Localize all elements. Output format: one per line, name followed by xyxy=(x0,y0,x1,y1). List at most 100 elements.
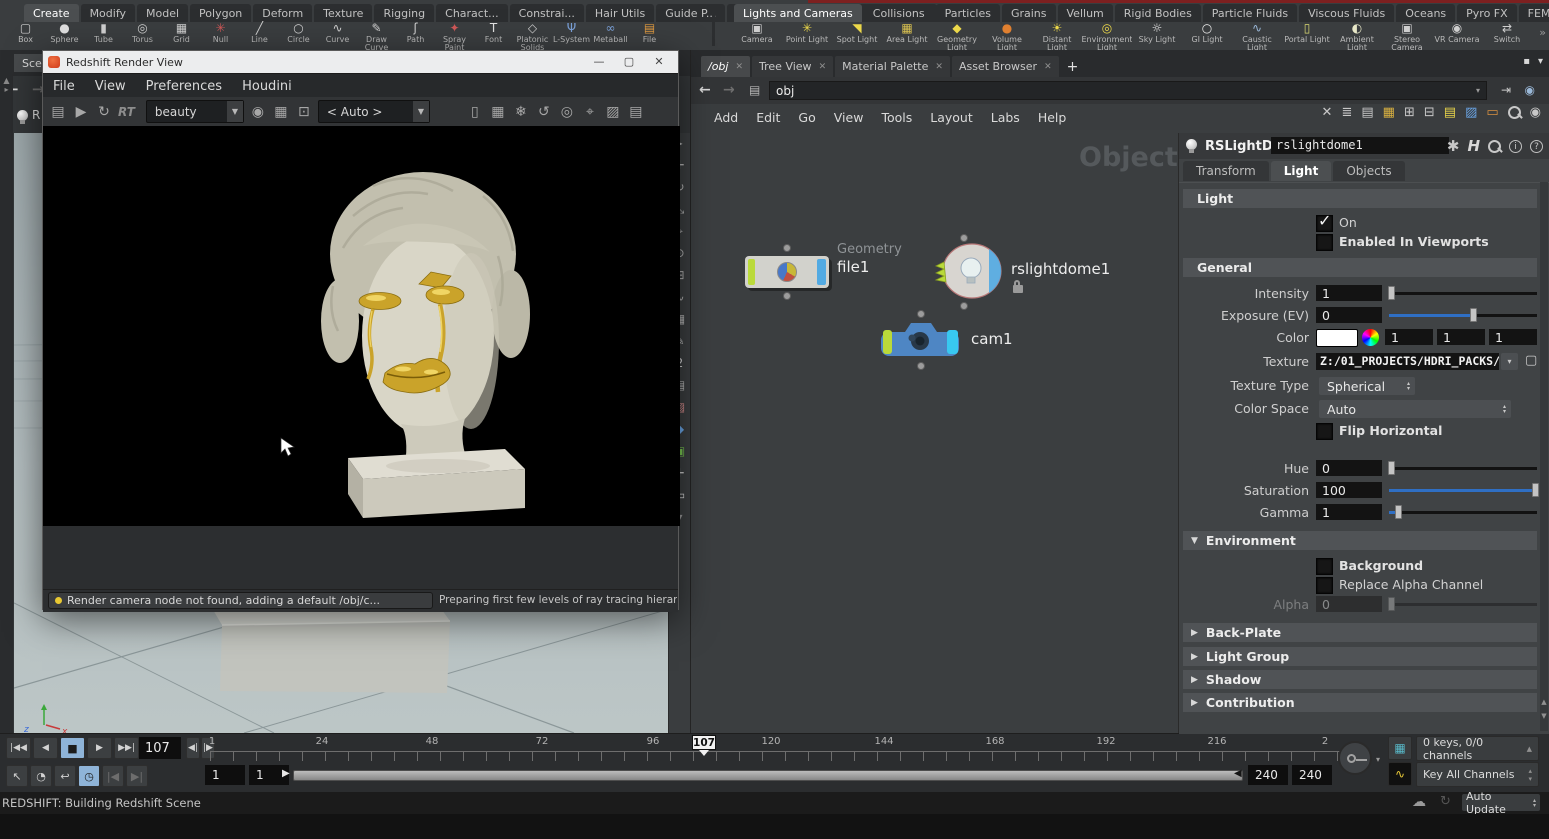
stop-button[interactable]: ■ xyxy=(60,737,85,759)
tool-null[interactable]: ✳ Null xyxy=(201,21,240,50)
shelf-tab[interactable]: Particles xyxy=(936,4,1000,22)
shelf-tab[interactable]: Particle Fluids xyxy=(1203,4,1297,22)
select-keys-icon[interactable]: ↖ xyxy=(6,765,28,787)
play-reverse-button[interactable]: ◀ xyxy=(33,737,58,759)
node-output-connector[interactable] xyxy=(783,292,791,300)
node-name-label[interactable]: rslightdome1 xyxy=(1011,260,1110,278)
section-environment[interactable]: ▼ Environment xyxy=(1183,531,1537,550)
shelf-tab[interactable]: Constrai... xyxy=(510,4,584,22)
net-node-shape-icon[interactable]: ⊟ xyxy=(1424,105,1435,120)
tool-area-light[interactable]: ▦ Area Light xyxy=(882,21,932,50)
animation-editor-icon[interactable]: ∿ xyxy=(1388,762,1412,786)
section-general[interactable]: General xyxy=(1183,258,1537,277)
scroll-down-icon[interactable]: ▼ xyxy=(1540,712,1548,720)
menu-item[interactable]: Labs xyxy=(982,110,1029,125)
jump-end-button[interactable]: ▶▶| xyxy=(114,737,139,759)
node-input-connector[interactable] xyxy=(783,244,791,252)
tool-spray-paint[interactable]: ✦ Spray Paint xyxy=(435,21,474,50)
tool-stereo-camera[interactable]: ▣ Stereo Camera xyxy=(1382,21,1432,50)
collapsed-section[interactable]: ▶ Shadow xyxy=(1183,670,1537,689)
tool-environment-light[interactable]: ◎ Environment Light xyxy=(1082,21,1132,50)
on-checkbox[interactable] xyxy=(1316,215,1333,232)
close-icon[interactable]: ✕ xyxy=(935,62,943,72)
range-start-field[interactable]: 1 xyxy=(205,765,245,785)
tool-curve[interactable]: ∿ Curve xyxy=(318,21,357,50)
color-g-field[interactable]: 1 xyxy=(1437,329,1485,345)
menu-item[interactable]: Go xyxy=(789,110,824,125)
viewport-light-indicator[interactable]: R xyxy=(17,108,40,122)
tool-grid[interactable]: ▦ Grid xyxy=(162,21,201,50)
section-light[interactable]: Light xyxy=(1183,189,1537,208)
timeline-ticks[interactable] xyxy=(210,751,1343,761)
window-titlebar[interactable]: Redshift Render View — ▢ ✕ xyxy=(43,51,678,73)
shelf-tab[interactable]: Model xyxy=(137,4,188,22)
net-box-icon[interactable]: ▭ xyxy=(1486,105,1498,120)
current-frame-marker[interactable]: 107 xyxy=(692,735,716,750)
exposure-slider[interactable] xyxy=(1389,307,1537,323)
net-list-icon[interactable]: ▤ xyxy=(1361,105,1373,120)
tool-sphere[interactable]: ● Sphere xyxy=(45,21,84,50)
shelf-tab[interactable]: FEM xyxy=(1519,4,1549,22)
menu-item[interactable]: Add xyxy=(705,110,747,125)
path-forward-icon[interactable]: → xyxy=(723,82,735,98)
add-pane-tab-button[interactable]: + xyxy=(1061,59,1085,77)
tool-geometry-light[interactable]: ◆ Geometry Light xyxy=(932,21,982,50)
playback-end-field[interactable]: 240 xyxy=(1248,765,1288,785)
pane-menu-icon[interactable]: ▾ xyxy=(1538,56,1543,67)
shelf-tab[interactable]: Lights and Cameras xyxy=(734,4,862,22)
current-frame-field[interactable]: 107 xyxy=(139,737,181,759)
shelf-tab[interactable]: Grains xyxy=(1002,4,1056,22)
network-tab[interactable]: Asset Browser ✕ xyxy=(952,56,1059,77)
net-palette-icon[interactable]: ▦ xyxy=(1383,105,1395,120)
saturation-slider[interactable] xyxy=(1389,482,1537,498)
lamp-icon[interactable]: ▯ xyxy=(466,104,484,120)
shelf-tab[interactable]: Rigging xyxy=(374,4,434,22)
collapsed-section[interactable]: ▶ Contribution xyxy=(1183,693,1537,712)
rt-mode-button[interactable]: RT xyxy=(118,105,135,119)
close-button[interactable]: ✕ xyxy=(644,51,674,73)
tool-font[interactable]: T Font xyxy=(474,21,513,50)
network-path-field[interactable]: obj ▾ xyxy=(769,81,1487,100)
parameter-tab[interactable]: Light xyxy=(1271,161,1332,181)
tool-draw-curve[interactable]: ✎ Draw Curve xyxy=(357,21,396,50)
realtime-toggle-icon[interactable]: ◷ xyxy=(78,765,100,787)
tool-vr-camera[interactable]: ◉ VR Camera xyxy=(1432,21,1482,50)
menu-item[interactable]: Layout xyxy=(921,110,982,125)
image-icon[interactable]: ▤ xyxy=(627,104,645,120)
play-button[interactable]: ▶ xyxy=(87,737,112,759)
prev-key-icon[interactable]: |◀ xyxy=(102,765,124,787)
snapshot-icon[interactable]: ▤ xyxy=(49,104,67,120)
help-icon[interactable]: ? xyxy=(1530,140,1543,153)
tool-caustic-light[interactable]: ∿ Caustic Light xyxy=(1232,21,1282,50)
houdini-logo-icon[interactable]: H xyxy=(1467,137,1480,155)
node-name-field[interactable]: rslightdome1 xyxy=(1271,137,1449,154)
playback-range-slider[interactable] xyxy=(293,770,1243,781)
minimize-button[interactable]: — xyxy=(584,51,614,73)
tool-l-system[interactable]: Ψ L-System xyxy=(552,21,591,50)
dither-icon[interactable]: ▦ xyxy=(272,104,290,120)
node-rslightdome1[interactable] xyxy=(927,242,1003,300)
auto-update-menu[interactable]: Auto Update ▴▾ xyxy=(1462,794,1540,811)
search-icon[interactable] xyxy=(1508,106,1521,119)
node-cam1[interactable] xyxy=(879,320,961,358)
tool-metaball[interactable]: ∞ Metaball xyxy=(591,21,630,50)
search-icon[interactable] xyxy=(1488,140,1501,153)
texture-type-menu[interactable]: Spherical ▴▾ xyxy=(1319,377,1415,395)
network-tab[interactable]: Material Palette ✕ xyxy=(835,56,950,77)
tool-switcher[interactable]: ⇄ Switch xyxy=(1482,21,1532,50)
tool-path[interactable]: ʃ Path xyxy=(396,21,435,50)
shelf-overflow-chevron-icon[interactable]: » xyxy=(1539,26,1546,39)
undo-loop-icon[interactable]: ↩ xyxy=(54,765,76,787)
collapsed-section[interactable]: ▶ Light Group xyxy=(1183,647,1537,666)
node-input-connector[interactable] xyxy=(960,234,968,242)
file-chooser-icon[interactable]: ▢ xyxy=(1525,353,1537,368)
tool-platonic-solids[interactable]: ◇ Platonic Solids xyxy=(513,21,552,50)
next-key-icon[interactable]: ▶| xyxy=(126,765,148,787)
color-wheel-icon[interactable] xyxy=(1362,329,1379,346)
visibility-icon[interactable]: ◉ xyxy=(1530,105,1541,120)
chevron-down-icon[interactable]: ▾ xyxy=(1476,86,1480,95)
scroll-up-icon[interactable]: ▲ xyxy=(1540,698,1548,706)
shelf-tab[interactable]: Charact... xyxy=(436,4,508,22)
range-end-field[interactable]: 240 xyxy=(1292,765,1332,785)
network-tab[interactable]: /obj ✕ xyxy=(701,56,750,77)
